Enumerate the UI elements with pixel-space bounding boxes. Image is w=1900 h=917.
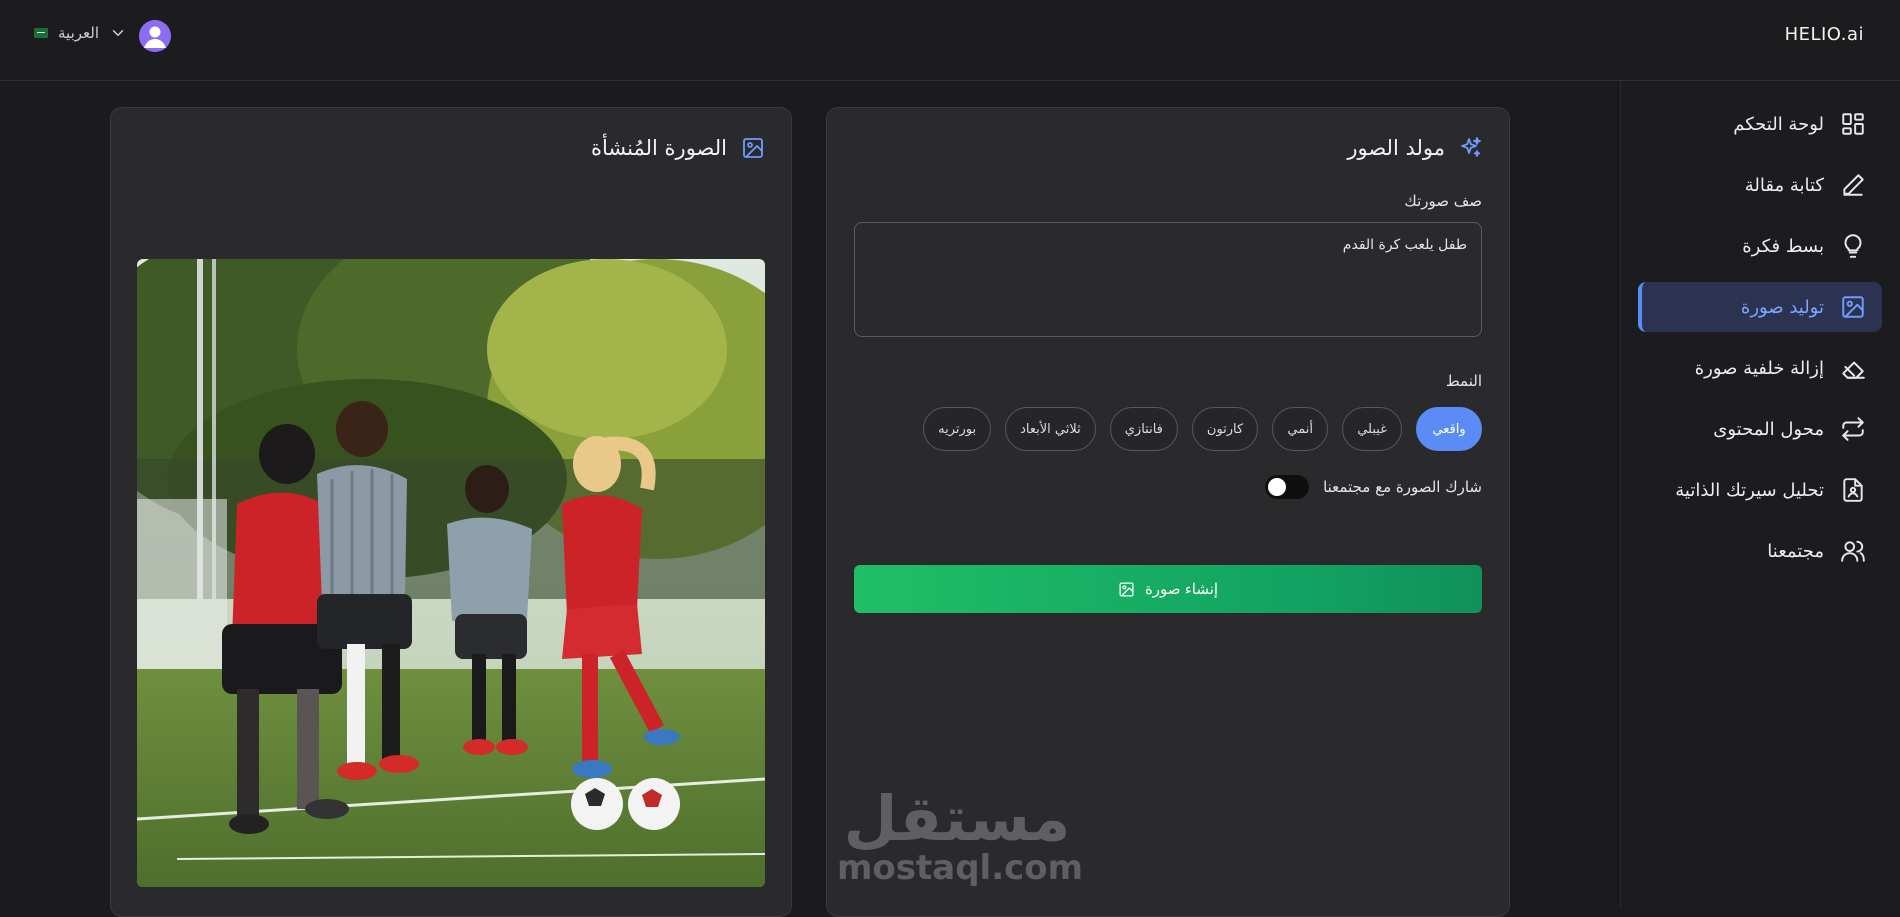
image-icon [743, 138, 763, 158]
sidebar-item-label: مجتمعنا [1767, 540, 1824, 562]
chevron-down-icon [112, 30, 124, 36]
result-title: الصورة المُنشأة [591, 136, 765, 160]
sidebar-item-generate-image[interactable]: توليد صورة [1638, 282, 1882, 332]
prompt-label: صف صورتك [1404, 192, 1482, 210]
generated-image-panel: الصورة المُنشأة [110, 107, 792, 917]
pencil-icon [1843, 174, 1864, 196]
dashboard-icon [1842, 113, 1864, 135]
style-option-cartoon[interactable]: كارتون [1191, 407, 1259, 451]
style-option-realistic[interactable]: واقعي [1416, 407, 1482, 451]
sidebar-item-label: توليد صورة [1740, 296, 1824, 318]
language-selector[interactable]: العربية [34, 24, 127, 42]
generated-photo-illustration [137, 259, 765, 887]
sidebar-item-dashboard[interactable]: لوحة التحكم [1638, 99, 1882, 149]
image-icon [1842, 296, 1864, 318]
sidebar-item-label: تحليل سيرتك الذاتية [1675, 479, 1824, 501]
style-option-portrait[interactable]: بورتريه [923, 407, 992, 451]
share-toggle[interactable] [1265, 475, 1310, 499]
repeat-icon [1842, 417, 1864, 441]
brand-logo[interactable]: HELIO.ai [1785, 24, 1864, 45]
sparkles-icon [1461, 137, 1481, 157]
sidebar-item-write-article[interactable]: كتابة مقالة [1638, 160, 1882, 210]
language-label: العربية [58, 24, 99, 42]
generator-title: مولد الصور [1347, 136, 1483, 160]
image-generator-panel: مولد الصور صف صورتك طفل يلعب كرة القدم ا… [826, 107, 1510, 917]
sidebar-item-remove-background[interactable]: إزالة خلفية صورة [1638, 343, 1882, 393]
sidebar-item-content-converter[interactable]: محول المحتوى [1638, 404, 1882, 454]
share-label: شارك الصورة مع مجتمعنا [1323, 478, 1482, 496]
eraser-icon [1842, 361, 1865, 379]
sidebar-item-label: بسط فكرة [1742, 235, 1824, 257]
style-option-fantasy[interactable]: فانتازي [1109, 407, 1178, 451]
lightbulb-icon [1844, 234, 1862, 258]
sidebar-item-label: كتابة مقالة [1744, 174, 1824, 196]
sidebar-item-community[interactable]: مجتمعنا [1638, 526, 1882, 576]
generate-button-label: إنشاء صورة [1144, 581, 1219, 598]
sidebar-item-label: لوحة التحكم [1733, 113, 1824, 135]
prompt-textarea[interactable]: طفل يلعب كرة القدم [854, 222, 1482, 337]
user-avatar-icon[interactable] [139, 20, 171, 52]
style-option-ghibli[interactable]: غيبلي [1342, 407, 1402, 451]
sidebar-item-resume-analysis[interactable]: تحليل سيرتك الذاتية [1638, 465, 1882, 515]
generate-image-button[interactable]: إنشاء صورة [854, 565, 1482, 613]
watermark: مستقل mostaql.com [837, 782, 1084, 888]
image-icon [1119, 581, 1134, 597]
style-option-3d[interactable]: ثلاثي الأبعاد [1005, 407, 1096, 451]
resume-icon [1843, 478, 1863, 502]
generator-title-text: مولد الصور [1347, 136, 1445, 160]
sidebar-item-simplify-idea[interactable]: بسط فكرة [1638, 221, 1882, 271]
users-icon [1841, 540, 1865, 562]
style-option-anime[interactable]: أنمي [1272, 407, 1329, 451]
saudi-flag-icon [34, 28, 48, 38]
watermark-latin: mostaql.com [837, 848, 1084, 888]
style-label: النمط [1445, 372, 1482, 390]
sidebar-item-label: إزالة خلفية صورة [1694, 357, 1824, 379]
share-row: شارك الصورة مع مجتمعنا [1265, 475, 1482, 499]
style-options: واقعي غيبلي أنمي كارتون فانتازي ثلاثي ال… [923, 407, 1482, 451]
generated-photo[interactable] [137, 259, 765, 887]
watermark-arabic: مستقل [843, 782, 1071, 855]
sidebar: لوحة التحكم كتابة مقالة بسط فكرة توليد ص… [1620, 81, 1900, 909]
result-title-text: الصورة المُنشأة [591, 136, 727, 160]
sidebar-item-label: محول المحتوى [1713, 418, 1824, 440]
top-bar: HELIO.ai العربية [0, 0, 1900, 81]
